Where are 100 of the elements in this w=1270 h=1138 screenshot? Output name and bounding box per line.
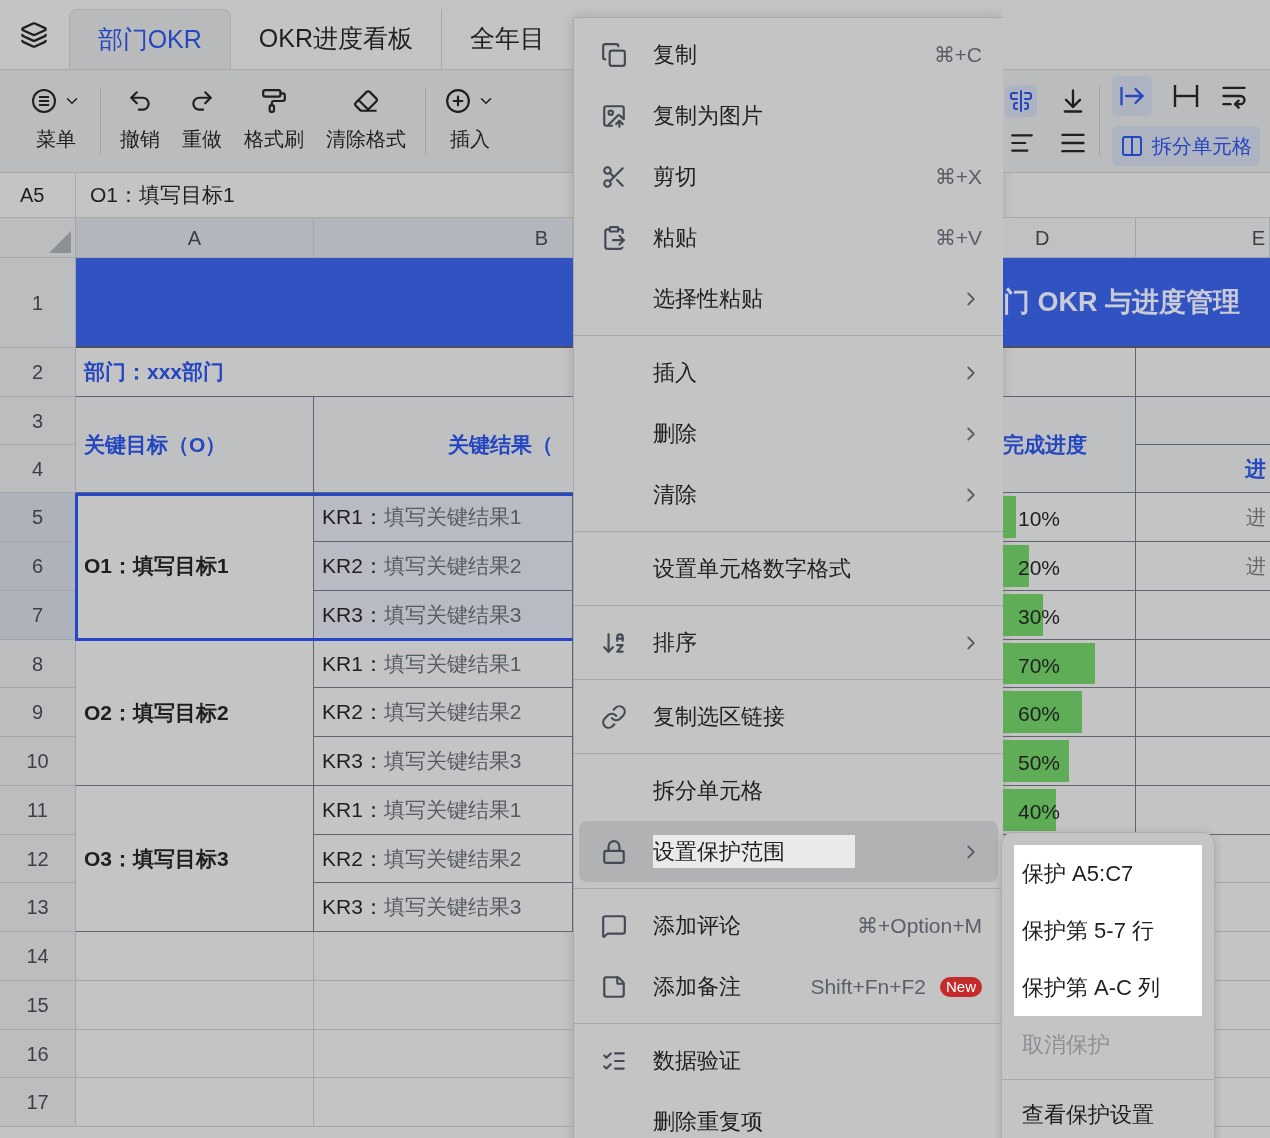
- row-header[interactable]: 16: [0, 1030, 76, 1078]
- column-header[interactable]: D: [1003, 218, 1136, 258]
- corner-cell[interactable]: [0, 218, 76, 258]
- table-header-cell-text: 进: [1245, 455, 1266, 482]
- menu-item[interactable]: 复制为图片: [579, 85, 998, 146]
- menu-item[interactable]: 选择性粘贴: [579, 268, 998, 329]
- toolbar-button[interactable]: 清除格式: [315, 88, 426, 154]
- menu-item[interactable]: 复制 ⌘+C: [579, 24, 998, 85]
- plus-circle-icon: [445, 88, 471, 114]
- paint-roller-icon: [261, 88, 287, 114]
- progress-reading: 70%: [1018, 653, 1061, 679]
- row-header[interactable]: 11: [0, 786, 76, 835]
- table-header-cell: 关键结果（: [314, 397, 573, 493]
- submenu-item[interactable]: 查看保护设置: [1014, 1086, 1202, 1138]
- span-width-icon[interactable]: [1172, 83, 1200, 109]
- eraser-icon: [353, 88, 379, 114]
- toolbar-button[interactable]: 重做: [171, 88, 233, 154]
- menu-item[interactable]: 删除重复项: [579, 1091, 998, 1138]
- column-header[interactable]: E: [1136, 218, 1270, 258]
- table-cell: O2：填写目标2: [76, 640, 314, 786]
- table-cell: KR3：填写关键结果3: [314, 591, 573, 640]
- layers-icon[interactable]: [20, 20, 49, 49]
- menu-item[interactable]: 清除: [579, 464, 998, 525]
- column-header[interactable]: B: [314, 218, 573, 258]
- row-header[interactable]: 12: [0, 835, 76, 883]
- table-header-cell: 关键目标（O）: [76, 397, 314, 493]
- paste-icon: [601, 224, 627, 251]
- scissors-icon: [601, 163, 627, 190]
- new-badge: New: [940, 976, 982, 997]
- formula-field[interactable]: O1：填写目标1: [76, 173, 573, 217]
- table-cell: KR3：填写关键结果3: [314, 737, 573, 786]
- submenu-item[interactable]: 保护 A5:C7: [1014, 845, 1202, 902]
- split-cells-button[interactable]: 拆分单元格: [1112, 126, 1260, 166]
- menu-item[interactable]: 插入: [579, 342, 998, 403]
- column-header[interactable]: A: [76, 218, 314, 258]
- row-header[interactable]: 5: [0, 493, 76, 542]
- table-cell: KR1：填写关键结果1: [314, 640, 573, 688]
- submenu-item[interactable]: 保护第 5-7 行: [1014, 902, 1202, 959]
- sheet-tab[interactable]: OKR进度看板: [230, 9, 441, 69]
- sheet-title: 门 OKR 与进度管理: [1003, 285, 1240, 319]
- row-header[interactable]: 4: [0, 445, 76, 493]
- row-header[interactable]: 14: [0, 932, 76, 981]
- sheet-tab[interactable]: 部门OKR: [68, 9, 231, 69]
- split-cells-icon: [1120, 134, 1144, 158]
- shortcut-label: ⌘+C: [933, 41, 982, 68]
- menu-item[interactable]: 删除: [579, 403, 998, 464]
- row-header[interactable]: 17: [0, 1078, 76, 1127]
- table-header-cell: 完成进度: [1003, 397, 1136, 493]
- progress-reading: 50%: [1018, 750, 1061, 776]
- toolbar-button[interactable]: 插入: [434, 88, 506, 154]
- shortcut-label: ⌘+Option+M: [857, 912, 982, 939]
- shortcut-label: ⌘+V: [934, 224, 982, 251]
- menu-item[interactable]: 粘贴 ⌘+V: [579, 207, 998, 268]
- menu-item[interactable]: 复制选区链接: [579, 686, 998, 747]
- note-icon: [601, 973, 627, 1000]
- menu-item[interactable]: 数据验证: [579, 1030, 998, 1091]
- table-cell: KR2：填写关键结果2: [314, 835, 573, 883]
- toolbar-button[interactable]: 格式刷: [233, 88, 315, 154]
- toolbar-button[interactable]: 撤销: [109, 88, 171, 154]
- toolbar-button[interactable]: 菜单: [20, 88, 101, 154]
- image-icon: [601, 102, 627, 129]
- comment-icon: [601, 912, 627, 939]
- menu-item[interactable]: 设置单元格数字格式: [579, 538, 998, 599]
- cell-name-box[interactable]: A5: [0, 173, 76, 217]
- progress-reading: 60%: [1018, 701, 1061, 727]
- menu-item[interactable]: 拆分单元格: [579, 760, 998, 821]
- table-cell: KR2：填写关键结果2: [314, 542, 573, 591]
- shortcut-label: ⌘+X: [934, 163, 982, 190]
- menu-item[interactable]: 添加评论 ⌘+Option+M: [579, 895, 998, 956]
- menu-item[interactable]: 设置保护范围: [579, 821, 998, 882]
- undo-icon: [127, 88, 153, 114]
- shortcut-label: Shift+Fn+F2: [810, 973, 926, 1000]
- row-header[interactable]: 1: [0, 258, 76, 348]
- menu-item[interactable]: 排序: [579, 612, 998, 673]
- menu-item[interactable]: 剪切 ⌘+X: [579, 146, 998, 207]
- align-center-icon[interactable]: [1009, 89, 1033, 113]
- redo-icon: [189, 88, 215, 114]
- row-header[interactable]: 6: [0, 542, 76, 591]
- row-header[interactable]: 13: [0, 883, 76, 932]
- lock-icon: [601, 838, 627, 865]
- table-cell: KR3：填写关键结果3: [314, 883, 573, 932]
- table-cell: KR1：填写关键结果1: [314, 493, 573, 542]
- row-header[interactable]: 8: [0, 640, 76, 688]
- row-header[interactable]: 10: [0, 737, 76, 786]
- row-header[interactable]: 2: [0, 348, 76, 397]
- row-header[interactable]: 9: [0, 688, 76, 737]
- table-cell-text: 进: [1246, 554, 1266, 579]
- corner-triangle-icon: [49, 231, 71, 253]
- row-header[interactable]: 3: [0, 397, 76, 445]
- menu-icon: [31, 88, 57, 114]
- table-cell: KR1：填写关键结果1: [314, 786, 573, 835]
- row-header[interactable]: 7: [0, 591, 76, 640]
- copy-icon: [601, 41, 627, 68]
- progress-reading: 10%: [1018, 506, 1061, 532]
- table-cell-text: 进: [1246, 505, 1266, 530]
- menu-item[interactable]: 添加备注 Shift+Fn+F2 New: [579, 956, 998, 1017]
- table-cell: O3：填写目标3: [76, 786, 314, 932]
- link-icon: [601, 703, 627, 730]
- row-header[interactable]: 15: [0, 981, 76, 1030]
- submenu-item[interactable]: 保护第 A-C 列: [1014, 959, 1202, 1016]
